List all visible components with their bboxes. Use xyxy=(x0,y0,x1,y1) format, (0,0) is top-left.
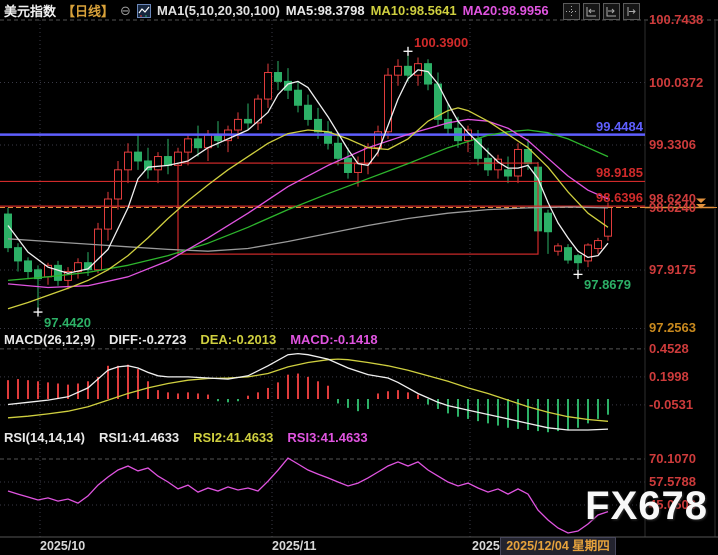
macd-y-axis-label: 0.4528 xyxy=(649,341,689,356)
main-y-axis-label: 97.2563 xyxy=(649,320,696,335)
macd-y-axis-label: 0.1998 xyxy=(649,369,689,384)
period-label: 【日线】 xyxy=(62,1,114,20)
macd-title: MACD(26,12,9) xyxy=(4,332,95,347)
level-label-resistance-1: 98.9185 xyxy=(596,165,643,180)
x-axis-label-oct: 2025/10 xyxy=(40,539,85,553)
collapse-icon[interactable]: ⊖ xyxy=(120,3,131,19)
annotation-low-price-2: 97.8679 xyxy=(584,277,631,292)
level-label-resistance-2: 98.6396 xyxy=(596,190,643,205)
x-axis-label-dec: 2025/ xyxy=(472,539,503,553)
main-y-axis-label: 97.9175 xyxy=(649,262,696,277)
mini-chart-icon xyxy=(137,4,151,18)
rsi-title: RSI(14,14,14) xyxy=(4,430,85,445)
header-bar: 美元指数 【日线】 ⊖ MA1(5,10,20,30,100) MA5:98.3… xyxy=(4,2,549,19)
macd-macd-value: MACD:-0.1418 xyxy=(290,332,377,347)
rsi-panel-header: RSI(14,14,14) RSI1:41.4633 RSI2:41.4633 … xyxy=(4,430,368,445)
macd-diff-value: DIFF:-0.2723 xyxy=(109,332,186,347)
symbol-name: 美元指数 xyxy=(4,1,56,20)
ma-settings-label: MA1(5,10,20,30,100) xyxy=(157,3,280,18)
macd-panel-header: MACD(26,12,9) DIFF:-0.2723 DEA:-0.2013 M… xyxy=(4,332,378,347)
rsi3-value: RSI3:41.4633 xyxy=(287,430,367,445)
ma20-value: MA20:98.9956 xyxy=(463,3,549,18)
watermark-logo: FX678 xyxy=(585,484,708,529)
ma5-value: MA5:98.3798 xyxy=(286,3,365,18)
annotation-high-price: 100.3900 xyxy=(414,35,468,50)
rsi2-value: RSI2:41.4633 xyxy=(193,430,273,445)
main-y-axis-label: 100.0372 xyxy=(649,75,703,90)
main-y-axis-label: 99.3306 xyxy=(649,137,696,152)
scale-axis-right-icon[interactable] xyxy=(603,3,620,20)
rsi-y-axis-label: 70.1070 xyxy=(649,451,696,466)
macd-y-axis-label: -0.0531 xyxy=(649,397,693,412)
macd-dea-value: DEA:-0.2013 xyxy=(200,332,276,347)
level-label-resistance-blue: 99.4484 xyxy=(596,119,643,134)
main-y-axis-label: 100.7438 xyxy=(649,12,703,27)
x-axis-label-nov: 2025/11 xyxy=(272,539,317,553)
ma10-value: MA10:98.5641 xyxy=(371,3,457,18)
scale-axis-left-icon[interactable] xyxy=(583,3,600,20)
chart-toolbar xyxy=(563,3,640,20)
annotation-low-price-1: 97.4420 xyxy=(44,315,91,330)
rsi1-value: RSI1:41.4633 xyxy=(99,430,179,445)
move-crosshair-icon[interactable] xyxy=(563,3,580,20)
chart-app: 美元指数 【日线】 ⊖ MA1(5,10,20,30,100) MA5:98.3… xyxy=(0,0,718,555)
pan-right-icon[interactable] xyxy=(623,3,640,20)
cursor-date-box: 2025/12/04 星期四 xyxy=(500,537,616,555)
main-y-axis-label: 98.6240 xyxy=(649,200,696,215)
